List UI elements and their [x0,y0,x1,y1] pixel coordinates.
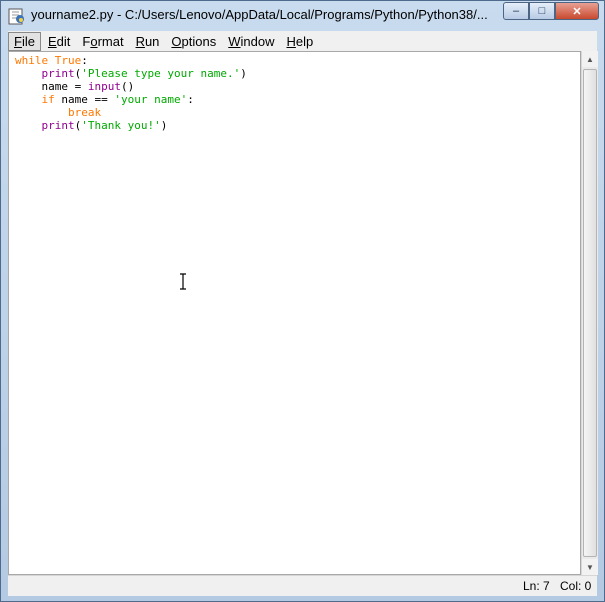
menu-options[interactable]: Options [166,33,221,50]
title-bar[interactable]: yourname2.py - C:/Users/Lenovo/AppData/L… [1,1,604,31]
window-title: yourname2.py - C:/Users/Lenovo/AppData/L… [31,7,488,22]
menu-window-key: W [228,33,241,49]
scrollbar-thumb[interactable] [583,69,597,557]
menu-run-key: R [135,33,145,49]
menu-format-label: rmat [97,33,124,49]
code-line-1: while True: [15,54,247,67]
menu-options-label: ptions [181,33,217,49]
builtin-input: input [87,80,121,93]
status-column-number: Col: 0 [560,579,592,593]
keyword-break: break [67,106,102,119]
menu-file[interactable]: File [8,31,41,51]
code-line-4: if name == 'your name': [15,93,247,106]
parens: () [120,80,135,93]
assignment-text: name = [15,80,88,93]
string-literal: 'Please type your name.' [81,67,241,80]
vertical-scrollbar[interactable]: ▲ ▼ [581,51,598,575]
colon: : [81,54,88,67]
code-text[interactable]: while True: print('Please type your name… [15,54,247,132]
menu-help[interactable]: Help [282,33,319,50]
menu-help-key: H [286,33,296,49]
code-line-3: name = input() [15,80,247,93]
paren-close: ) [160,119,168,132]
menu-file-key: F [14,33,22,49]
menu-window[interactable]: Window [223,33,279,50]
menu-bar: File Edit Format Run Options Window Help [8,31,597,51]
window-controls: – □ ✕ [503,2,599,22]
paren-close: ) [240,67,247,80]
menu-help-label: elp [295,33,314,49]
menu-format[interactable]: Format [77,33,128,50]
idle-editor-window: yourname2.py - C:/Users/Lenovo/AppData/L… [0,0,605,602]
keyword-if: if [41,93,55,106]
minimize-button[interactable]: – [503,2,529,20]
menu-run[interactable]: Run [131,33,165,50]
menu-edit-key: E [47,33,57,49]
i-beam-cursor-icon [180,273,186,290]
string-literal: 'Thank you!' [81,119,161,132]
code-line-6: print('Thank you!') [15,119,247,132]
code-line-5: break [15,106,247,119]
menu-run-label: un [144,33,160,49]
builtin-print: print [41,119,75,132]
scroll-down-arrow-icon[interactable]: ▼ [582,559,598,575]
status-line-number: Ln: 7 [523,579,550,593]
scroll-up-arrow-icon[interactable]: ▲ [582,51,598,67]
code-line-2: print('Please type your name.') [15,67,247,80]
string-literal: 'your name' [114,93,188,106]
keyword-true: True [54,54,82,67]
menu-edit[interactable]: Edit [43,33,75,50]
menu-options-key: O [171,33,182,49]
menu-window-label: indow [240,33,275,49]
menu-format-key: o [90,33,98,49]
python-idle-icon [8,8,24,25]
menu-edit-label: dit [56,33,71,49]
code-editor[interactable]: while True: print('Please type your name… [8,51,581,575]
colon: : [187,93,194,106]
keyword-while: while [15,54,49,67]
close-button[interactable]: ✕ [555,2,599,20]
builtin-print: print [41,67,75,80]
status-bar: Ln: 7 Col: 0 [8,575,597,596]
condition-text: name == [54,93,115,106]
maximize-button[interactable]: □ [529,2,555,20]
menu-file-label: ile [21,33,35,49]
